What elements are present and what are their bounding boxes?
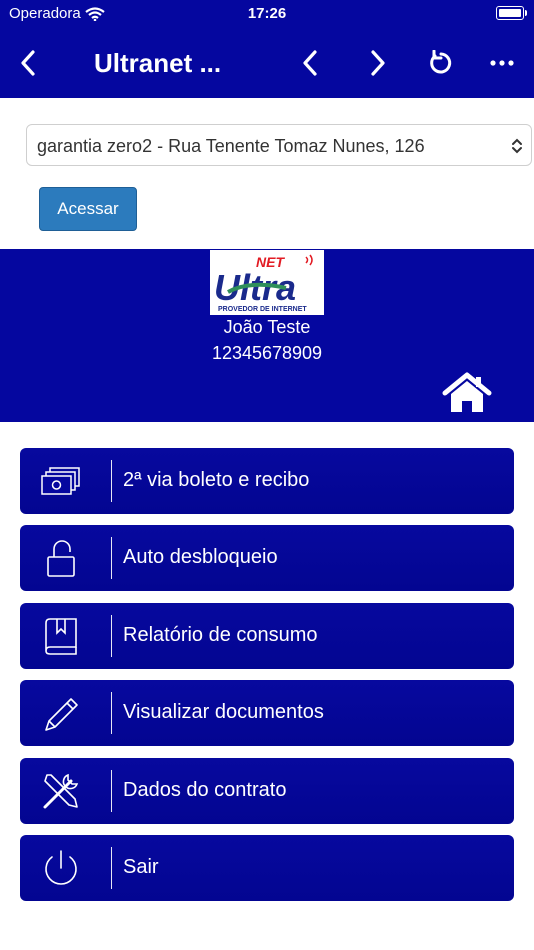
book-icon	[45, 618, 77, 655]
menu-item-dados-contrato[interactable]: Dados do contrato	[20, 758, 514, 824]
location-select[interactable]: garantia zero2 - Rua Tenente Tomaz Nunes…	[26, 124, 532, 166]
user-document: 12345678909	[211, 343, 323, 363]
status-bar: Operadora 17:26	[0, 0, 534, 28]
access-button[interactable]: Acessar	[39, 187, 137, 231]
menu-label: Visualizar documentos	[123, 701, 324, 723]
menu-item-boleto[interactable]: 2ª via boleto e recibo	[20, 448, 514, 514]
reload-button[interactable]	[419, 36, 463, 90]
back-button[interactable]	[6, 36, 50, 90]
menu-label: Sair	[123, 856, 159, 878]
chevron-left-icon	[21, 50, 35, 76]
reload-icon	[430, 50, 452, 74]
menu-divider	[111, 537, 112, 579]
battery-icon	[496, 6, 527, 20]
menu-label: Dados do contrato	[123, 779, 287, 801]
power-icon	[45, 850, 77, 885]
browser-forward-button[interactable]	[356, 36, 400, 90]
menu-item-auto-desbloqueio[interactable]: Auto desbloqueio	[20, 525, 514, 591]
navigation-bar: Ultranet ...	[0, 36, 534, 90]
status-time: 17:26	[247, 5, 287, 22]
select-chevron-icon	[512, 138, 522, 154]
browser-back-button[interactable]	[288, 36, 332, 90]
menu-item-relatorio-consumo[interactable]: Relatório de consumo	[20, 603, 514, 669]
company-logo: NET Ultra PROVEDOR DE INTERNET	[210, 250, 324, 315]
page-title: Ultranet ...	[94, 48, 222, 78]
more-button[interactable]	[480, 36, 524, 90]
pencil-icon	[45, 698, 78, 731]
menu-item-sair[interactable]: Sair	[20, 835, 514, 901]
more-dots-icon	[490, 60, 514, 66]
top-bar: Operadora 17:26 Ultranet ...	[0, 0, 534, 98]
menu-label: Relatório de consumo	[123, 624, 318, 646]
menu-item-visualizar-documentos[interactable]: Visualizar documentos	[20, 680, 514, 746]
menu-divider	[111, 460, 112, 502]
menu-label: Auto desbloqueio	[123, 546, 278, 568]
chevron-right-icon	[371, 50, 385, 76]
home-icon	[442, 372, 492, 412]
menu-divider	[111, 770, 112, 812]
user-name: João Teste	[223, 317, 311, 337]
unlock-icon	[47, 540, 75, 577]
profile-banner: NET Ultra PROVEDOR DE INTERNET João Test…	[0, 249, 534, 422]
menu-divider	[111, 847, 112, 889]
home-button[interactable]	[442, 372, 492, 419]
menu-divider	[111, 692, 112, 734]
tools-icon	[43, 773, 79, 809]
menu-divider	[111, 615, 112, 657]
logo-tagline: PROVEDOR DE INTERNET	[218, 306, 307, 313]
chevron-left-icon	[303, 50, 317, 76]
location-select-value: garantia zero2 - Rua Tenente Tomaz Nunes…	[37, 136, 425, 156]
money-bills-icon	[41, 467, 80, 495]
menu-label: 2ª via boleto e recibo	[123, 469, 310, 491]
